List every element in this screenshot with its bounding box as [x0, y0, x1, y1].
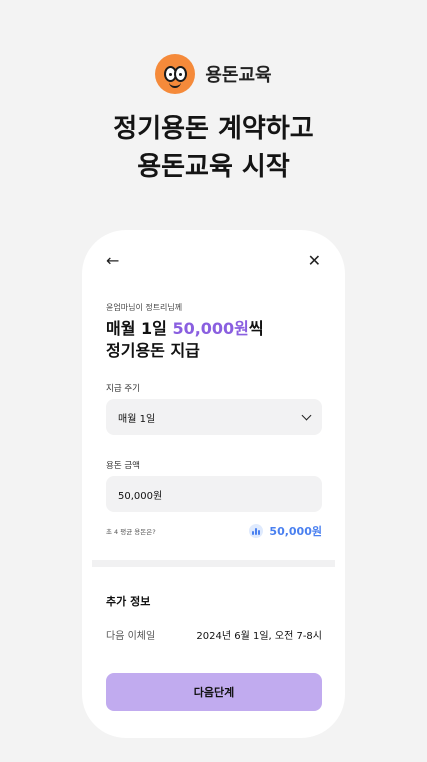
amount-value: 50,000원 — [118, 490, 163, 502]
brand-header: 용돈교육 — [0, 54, 427, 94]
close-icon[interactable]: ✕ — [308, 251, 321, 270]
cycle-select[interactable]: 매월 1일 — [106, 399, 322, 435]
next-transfer-label: 다음 이체일 — [106, 631, 156, 642]
average-hint: 초 4 평균 용돈은? — [106, 528, 156, 536]
recipient-subtitle: 윤엄마님이 정트리님께 — [106, 303, 183, 312]
headline-line-2: 용돈교육 시작 — [137, 152, 290, 182]
bar-chart-icon — [249, 524, 264, 538]
title-line-2: 정기용돈 지급 — [106, 341, 200, 360]
back-arrow-icon[interactable]: ← — [106, 251, 119, 270]
next-step-button[interactable]: 다음단계 — [106, 673, 322, 711]
headline-line-1: 정기용돈 계약하고 — [113, 114, 314, 144]
cycle-value: 매월 1일 — [118, 413, 156, 425]
next-transfer-value: 2024년 6월 1일, 오전 7-8시 — [196, 631, 322, 642]
contract-title: 매월 1일 50,000원씩 정기용돈 지급 — [106, 318, 264, 362]
average-amount: 50,000원 — [269, 525, 322, 538]
extra-info-title: 추가 정보 — [106, 595, 151, 608]
next-transfer-row: 다음 이체일 2024년 6월 1일, 오전 7-8시 — [106, 627, 322, 642]
phone-mockup: ← ✕ 윤엄마님이 정트리님께 매월 1일 50,000원씩 정기용돈 지급 지… — [82, 230, 345, 738]
top-bar: ← ✕ — [106, 248, 321, 272]
average-hint-row: 초 4 평균 용돈은? 50,000원 — [106, 523, 322, 539]
cycle-label: 지급 주기 — [106, 384, 140, 394]
title-amount: 50,000원 — [172, 319, 249, 338]
smiley-face-icon — [155, 54, 196, 94]
title-prefix: 매월 1일 — [106, 319, 173, 338]
brand-name: 용돈교육 — [205, 65, 272, 86]
headline: 정기용돈 계약하고 용돈교육 시작 — [0, 110, 427, 186]
amount-input[interactable]: 50,000원 — [106, 476, 322, 512]
chevron-down-icon — [301, 410, 312, 420]
amount-label: 용돈 금액 — [106, 461, 140, 471]
average-amount-link[interactable]: 50,000원 — [249, 523, 322, 539]
title-suffix: 씩 — [248, 319, 264, 338]
section-divider — [92, 560, 335, 567]
